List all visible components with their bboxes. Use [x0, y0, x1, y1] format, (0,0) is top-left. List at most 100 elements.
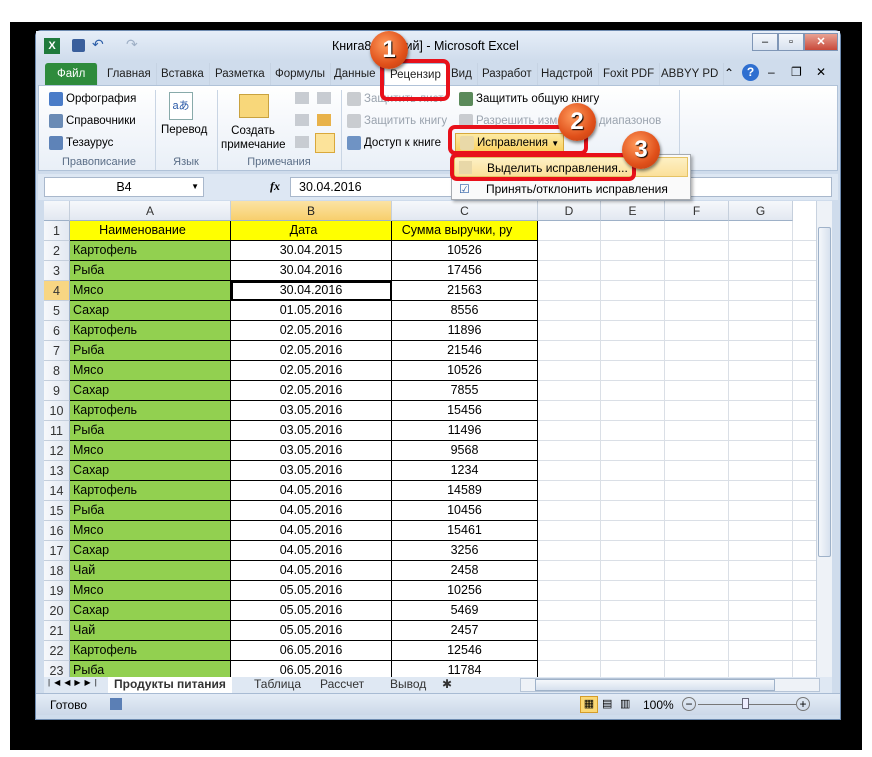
empty-cell[interactable] — [729, 481, 793, 501]
empty-cell[interactable] — [793, 601, 816, 621]
empty-cell[interactable] — [538, 281, 601, 301]
empty-cell[interactable] — [601, 361, 665, 381]
row-header[interactable]: 9 — [44, 381, 70, 401]
row-header[interactable]: 15 — [44, 501, 70, 521]
collapse-ribbon-icon[interactable]: ⌃ — [724, 66, 734, 80]
empty-cell[interactable] — [601, 461, 665, 481]
empty-cell[interactable] — [729, 441, 793, 461]
redo-icon[interactable]: ↷ — [126, 36, 138, 53]
empty-cell[interactable] — [665, 501, 729, 521]
empty-cell[interactable] — [729, 621, 793, 641]
cell[interactable]: 11896 — [392, 321, 538, 341]
cell[interactable]: 03.05.2016 — [231, 421, 392, 441]
empty-cell[interactable] — [665, 381, 729, 401]
cell[interactable]: 03.05.2016 — [231, 401, 392, 421]
row-header[interactable]: 5 — [44, 301, 70, 321]
empty-cell[interactable] — [793, 621, 816, 641]
empty-cell[interactable] — [665, 221, 729, 241]
cell[interactable]: 05.05.2016 — [231, 621, 392, 641]
empty-cell[interactable] — [665, 301, 729, 321]
empty-cell[interactable] — [601, 401, 665, 421]
save-icon[interactable] — [72, 39, 85, 52]
empty-cell[interactable] — [665, 581, 729, 601]
cell[interactable]: Рыба — [70, 261, 231, 281]
empty-cell[interactable] — [793, 281, 816, 301]
empty-cell[interactable] — [538, 341, 601, 361]
cell[interactable]: Картофель — [70, 241, 231, 261]
workbook-close-button[interactable]: ✕ — [816, 65, 826, 79]
sheet-nav-arrows[interactable]: |◀◀▶▶| — [48, 678, 101, 687]
empty-cell[interactable] — [601, 501, 665, 521]
empty-cell[interactable] — [601, 301, 665, 321]
column-header-G[interactable]: G — [729, 201, 793, 221]
empty-cell[interactable] — [793, 641, 816, 661]
empty-cell[interactable] — [538, 561, 601, 581]
empty-cell[interactable] — [601, 541, 665, 561]
empty-cell[interactable] — [601, 321, 665, 341]
empty-cell[interactable] — [601, 601, 665, 621]
empty-cell[interactable] — [601, 561, 665, 581]
row-header[interactable]: 18 — [44, 561, 70, 581]
comment-tools-icon[interactable] — [295, 114, 309, 126]
macro-record-icon[interactable] — [110, 698, 122, 710]
empty-cell[interactable] — [538, 301, 601, 321]
row-header[interactable]: 23 — [44, 661, 70, 677]
cell[interactable]: Картофель — [70, 481, 231, 501]
row-header[interactable]: 6 — [44, 321, 70, 341]
cell[interactable]: 05.05.2016 — [231, 601, 392, 621]
empty-cell[interactable] — [601, 641, 665, 661]
comment-tools-icon[interactable] — [317, 92, 331, 104]
cell[interactable]: Мясо — [70, 281, 231, 301]
empty-cell[interactable] — [601, 661, 665, 677]
cell[interactable]: 06.05.2016 — [231, 661, 392, 677]
header-cell[interactable]: Дата — [231, 221, 392, 241]
empty-cell[interactable] — [538, 381, 601, 401]
empty-cell[interactable] — [793, 541, 816, 561]
cell[interactable]: 04.05.2016 — [231, 541, 392, 561]
new-comment-button[interactable]: Создать примечание — [221, 124, 285, 152]
cell[interactable]: 10456 — [392, 501, 538, 521]
cell[interactable]: Сахар — [70, 461, 231, 481]
empty-cell[interactable] — [793, 221, 816, 241]
empty-cell[interactable] — [665, 321, 729, 341]
empty-cell[interactable] — [793, 401, 816, 421]
select-all-corner[interactable] — [44, 201, 70, 221]
cell[interactable]: 04.05.2016 — [231, 481, 392, 501]
empty-cell[interactable] — [538, 541, 601, 561]
empty-cell[interactable] — [729, 541, 793, 561]
empty-cell[interactable] — [665, 521, 729, 541]
share-workbook-button[interactable]: Доступ к книге — [347, 136, 441, 150]
tab-developer[interactable]: Разработ — [477, 63, 538, 85]
row-header[interactable]: 13 — [44, 461, 70, 481]
empty-cell[interactable] — [538, 481, 601, 501]
cell[interactable]: Мясо — [70, 361, 231, 381]
cell[interactable]: Чай — [70, 621, 231, 641]
empty-cell[interactable] — [665, 341, 729, 361]
row-header[interactable]: 1 — [44, 221, 70, 241]
empty-cell[interactable] — [665, 461, 729, 481]
page-layout-view-button[interactable]: ▤ — [602, 697, 612, 710]
empty-cell[interactable] — [793, 581, 816, 601]
cell[interactable]: 05.05.2016 — [231, 581, 392, 601]
empty-cell[interactable] — [538, 621, 601, 641]
empty-cell[interactable] — [601, 521, 665, 541]
insert-sheet-icon[interactable]: ✱ — [436, 677, 458, 693]
tab-abbyy[interactable]: ABBYY PD — [656, 63, 724, 85]
empty-cell[interactable] — [665, 661, 729, 677]
empty-cell[interactable] — [665, 421, 729, 441]
empty-cell[interactable] — [729, 281, 793, 301]
cell[interactable]: 15461 — [392, 521, 538, 541]
empty-cell[interactable] — [538, 221, 601, 241]
help-icon[interactable]: ? — [742, 64, 759, 81]
zoom-in-button[interactable]: + — [796, 697, 810, 711]
cell[interactable]: Картофель — [70, 321, 231, 341]
empty-cell[interactable] — [538, 581, 601, 601]
row-header[interactable]: 22 — [44, 641, 70, 661]
tab-foxit[interactable]: Foxit PDF — [598, 63, 660, 85]
cell[interactable]: Мясо — [70, 521, 231, 541]
empty-cell[interactable] — [793, 441, 816, 461]
empty-cell[interactable] — [793, 381, 816, 401]
sheet-tab-products[interactable]: Продукты питания — [108, 677, 232, 693]
empty-cell[interactable] — [665, 261, 729, 281]
empty-cell[interactable] — [729, 421, 793, 441]
